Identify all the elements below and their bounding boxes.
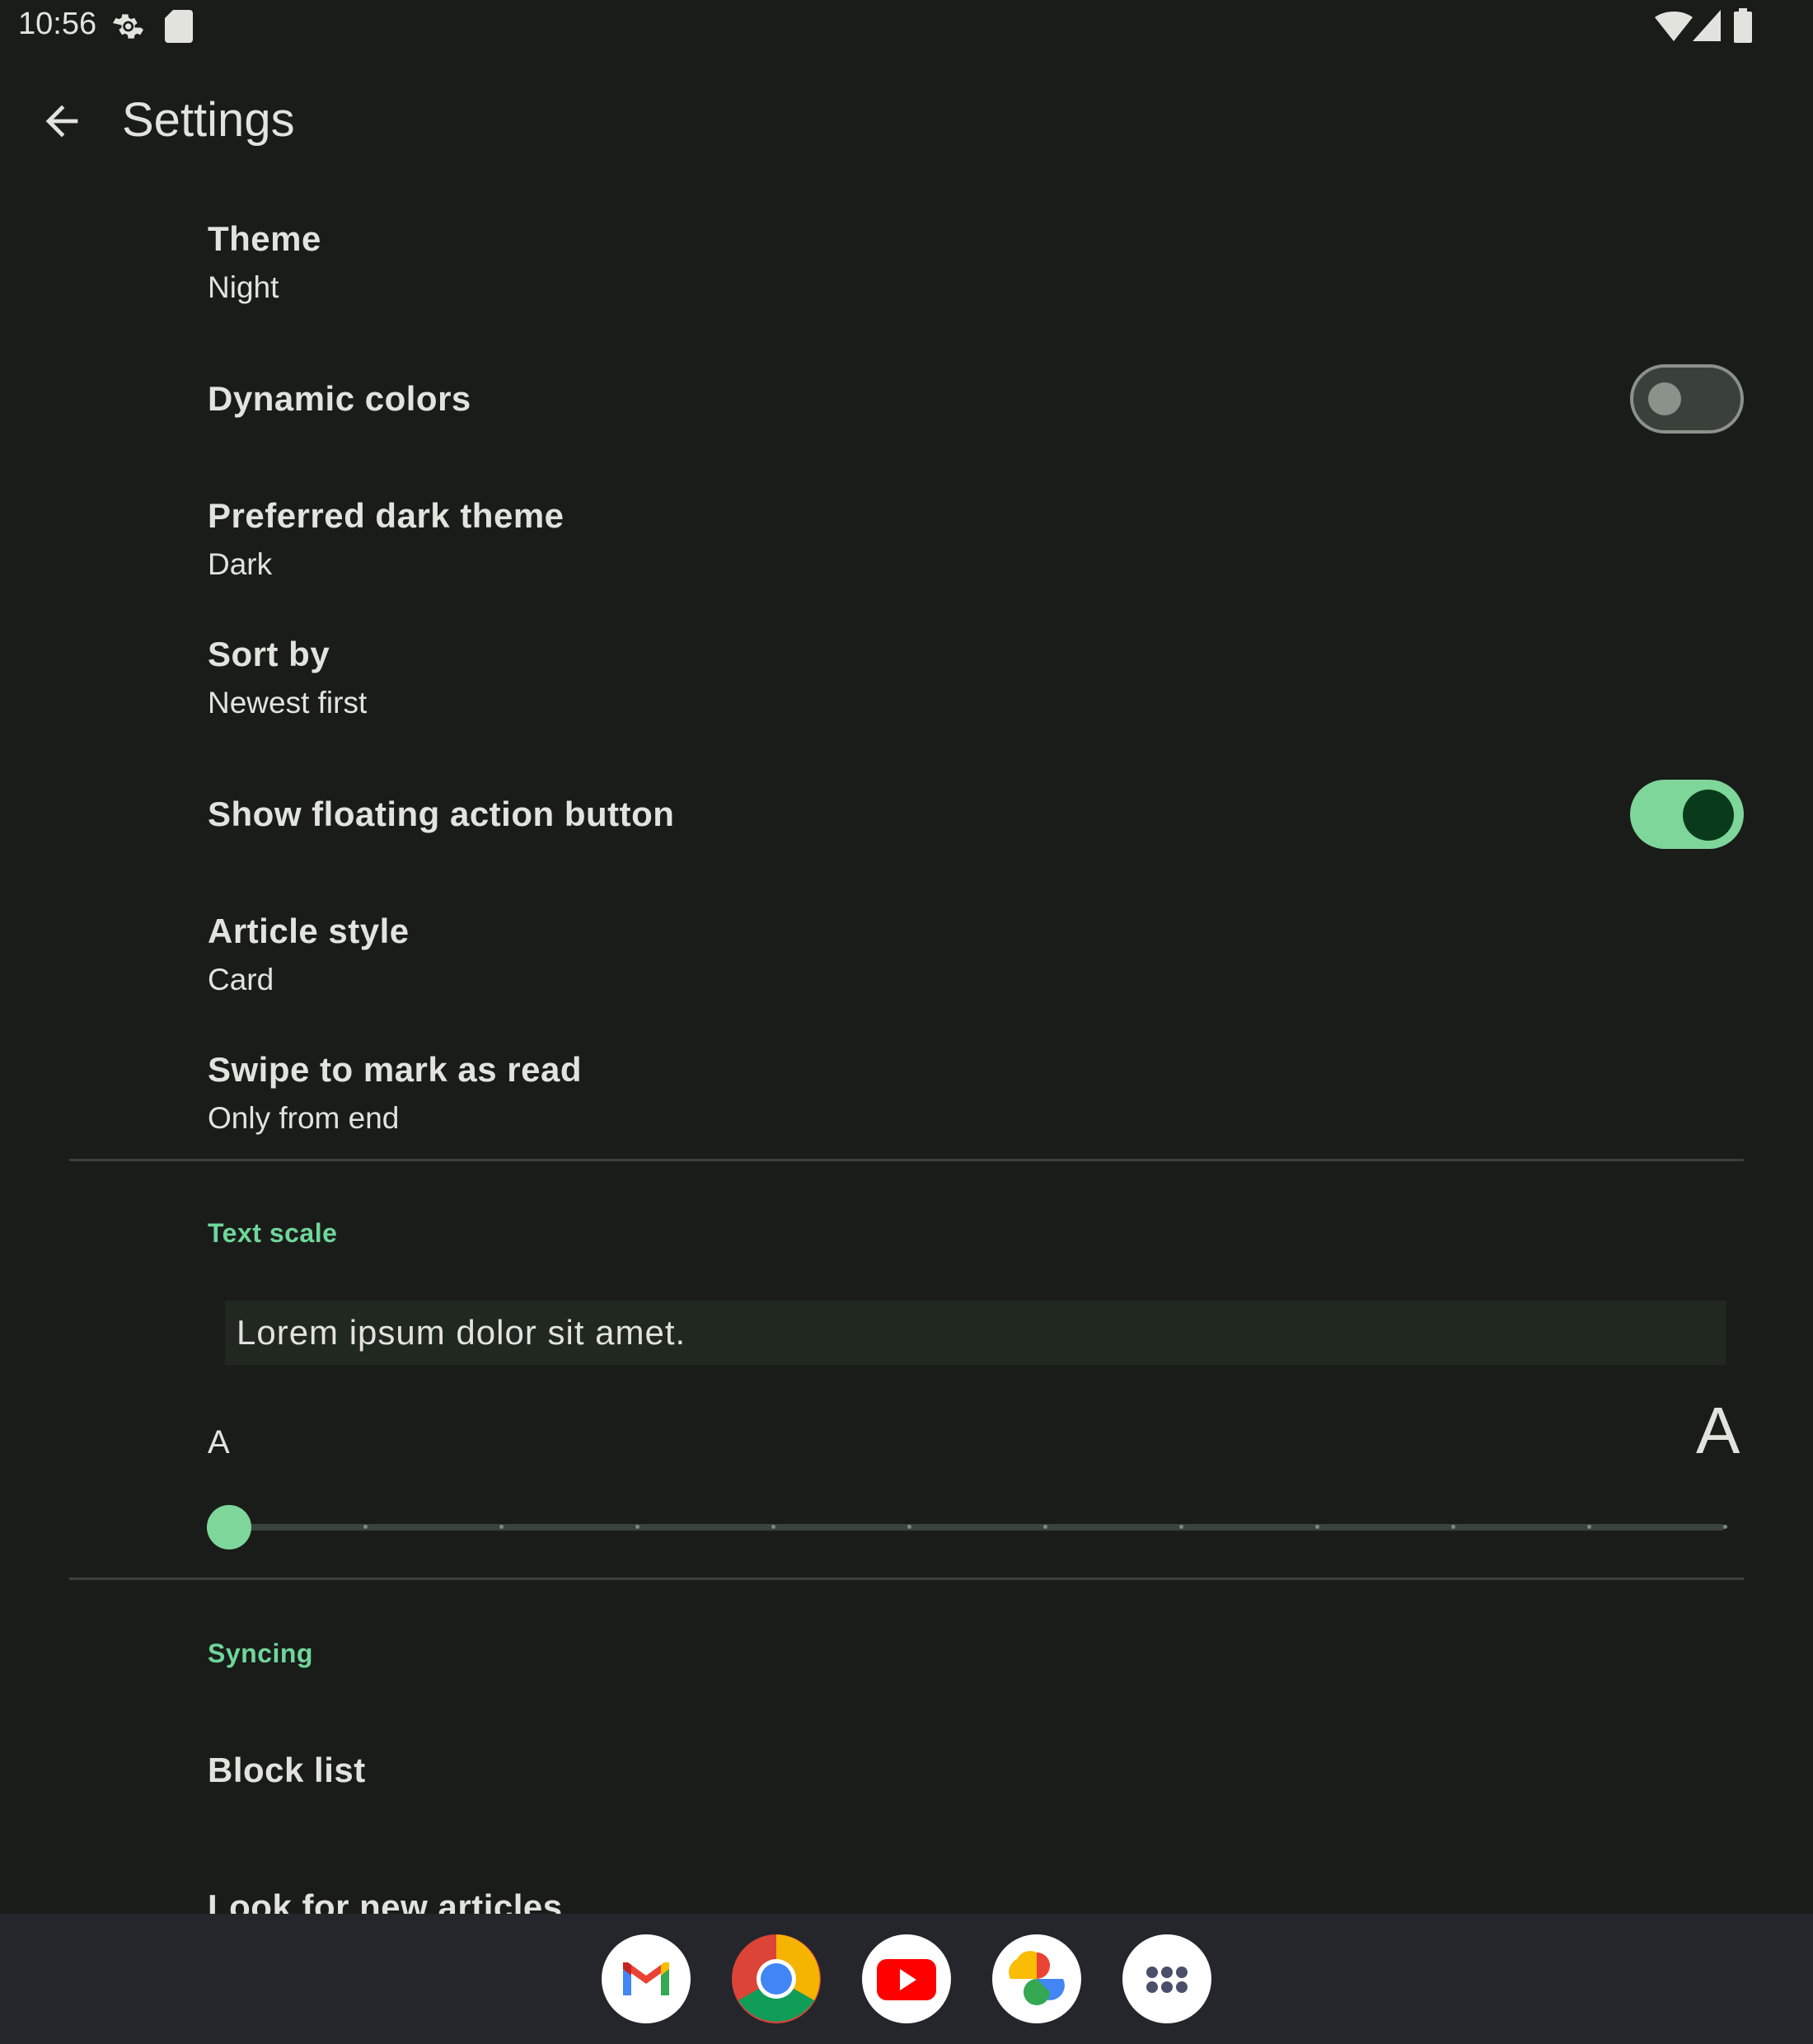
cell-signal-icon: [1693, 10, 1721, 45]
arrow-back-icon: [45, 105, 78, 138]
status-time: 10:56: [18, 7, 97, 41]
pref-sort-by[interactable]: Sort by Newest first: [208, 635, 367, 720]
pref-dynamic-colors-title: Dynamic colors: [208, 379, 471, 418]
text-scale-slider-thumb[interactable]: [207, 1505, 251, 1549]
slider-tick: [1179, 1525, 1183, 1529]
pref-article-style-title: Article style: [208, 912, 410, 950]
slider-tick: [907, 1525, 911, 1529]
pref-preferred-dark-theme-title: Preferred dark theme: [208, 496, 565, 535]
text-scale-slider-track[interactable]: [229, 1524, 1725, 1531]
photos-icon[interactable]: [992, 1934, 1081, 2023]
back-button[interactable]: [38, 97, 86, 149]
switch-knob: [1648, 382, 1681, 415]
pref-theme-value: Night: [208, 270, 279, 304]
text-scale-small-label: A: [208, 1424, 230, 1460]
pref-sort-by-title: Sort by: [208, 635, 330, 673]
slider-tick: [1043, 1525, 1047, 1529]
pref-block-list[interactable]: Block list: [208, 1751, 366, 1790]
divider: [69, 1578, 1744, 1580]
pref-swipe-to-mark[interactable]: Swipe to mark as read Only from end: [208, 1050, 582, 1136]
pref-show-fab[interactable]: Show floating action button: [208, 795, 674, 834]
pref-dynamic-colors[interactable]: Dynamic colors: [208, 379, 471, 419]
slider-tick: [1315, 1525, 1319, 1529]
pref-block-list-title: Block list: [208, 1751, 366, 1789]
pref-preferred-dark-theme[interactable]: Preferred dark theme Dark: [208, 496, 565, 582]
slider-tick: [499, 1525, 504, 1529]
battery-icon: [1734, 8, 1752, 47]
wifi-icon: [1655, 12, 1693, 45]
pref-preferred-dark-theme-value: Dark: [208, 547, 273, 581]
slider-tick: [363, 1525, 368, 1529]
slider-tick: [1587, 1525, 1591, 1529]
section-header-text-scale: Text scale: [208, 1218, 338, 1248]
pref-article-style[interactable]: Article style Card: [208, 912, 410, 997]
switch-knob: [1683, 790, 1734, 841]
pref-show-fab-title: Show floating action button: [208, 795, 675, 833]
slider-tick: [1451, 1525, 1455, 1529]
pref-sort-by-value: Newest first: [208, 686, 368, 720]
text-scale-preview: Lorem ipsum dolor sit amet.: [225, 1301, 1726, 1365]
youtube-icon[interactable]: [862, 1934, 951, 2023]
page-title: Settings: [122, 93, 295, 147]
pref-theme[interactable]: Theme Night: [208, 219, 321, 305]
app-drawer-icon[interactable]: [1122, 1934, 1211, 2023]
pref-theme-title: Theme: [208, 219, 321, 258]
dynamic-colors-switch[interactable]: [1630, 364, 1744, 434]
slider-tick: [1723, 1525, 1727, 1529]
pref-swipe-to-mark-value: Only from end: [208, 1101, 400, 1135]
text-scale-large-label: A: [1696, 1394, 1740, 1467]
show-fab-switch[interactable]: [1630, 780, 1744, 849]
sd-card-icon: [165, 10, 193, 47]
gmail-icon[interactable]: [602, 1934, 691, 2023]
settings-icon: [107, 8, 143, 49]
divider: [69, 1159, 1744, 1161]
pref-swipe-to-mark-title: Swipe to mark as read: [208, 1050, 583, 1089]
slider-tick: [771, 1525, 775, 1529]
pref-article-style-value: Card: [208, 963, 274, 996]
chrome-icon[interactable]: [732, 1934, 821, 2023]
section-header-syncing: Syncing: [208, 1638, 313, 1668]
slider-tick: [635, 1525, 639, 1529]
